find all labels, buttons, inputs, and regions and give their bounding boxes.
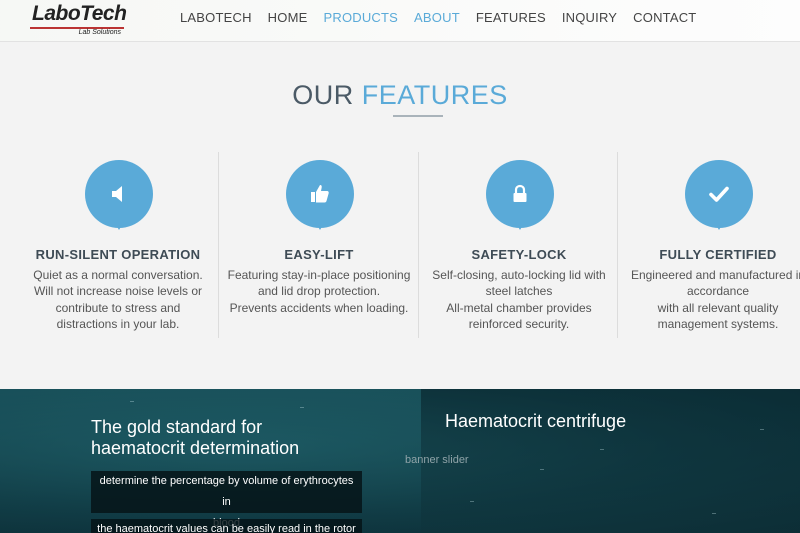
nav-item-home[interactable]: HOME: [268, 10, 308, 25]
logo[interactable]: LaboTech Lab Solutions: [30, 2, 127, 38]
feature-title: SAFETY-LOCK: [471, 247, 567, 262]
feature-safety-lock: SAFETY-LOCK Self-closing, auto-locking l…: [418, 152, 618, 338]
nav-item-features[interactable]: FEATURES: [476, 10, 546, 25]
main-nav: LABOTECH HOME PRODUCTS ABOUT FEATURES IN…: [172, 0, 704, 34]
nav-item-contact[interactable]: CONTACT: [633, 10, 696, 25]
features-title-prefix: OUR: [292, 80, 354, 110]
logo-tagline: Lab Solutions: [78, 29, 121, 36]
feature-description: Quiet as a normal conversation. Will not…: [33, 268, 203, 331]
navbar: LaboTech Lab Solutions LABOTECH HOME PRO…: [0, 0, 800, 42]
feature-title: EASY-LIFT: [284, 247, 354, 262]
nav-item-inquiry[interactable]: INQUIRY: [562, 10, 617, 25]
lock-icon: [486, 160, 554, 230]
feature-description: Self-closing, auto-locking lid with stee…: [432, 268, 606, 331]
feature-description: Engineered and manufactured in accordanc…: [630, 268, 800, 331]
feature-title: RUN-SILENT OPERATION: [35, 247, 201, 262]
thumbs-up-icon: [286, 160, 354, 230]
feature-fully-certified: FULLY CERTIFIED Engineered and manufactu…: [617, 152, 800, 338]
banner-heading: The gold standard for haematocrit determ…: [91, 417, 300, 458]
features-title: OUR FEATURES: [0, 80, 800, 111]
hero-banner: The gold standard for haematocrit determ…: [0, 389, 800, 533]
speaker-icon: [85, 160, 153, 230]
logo-name: LaboTech: [32, 2, 127, 25]
feature-easy-lift: EASY-LIFT Featuring stay-in-place positi…: [218, 152, 418, 338]
features-title-accent: FEATURES: [361, 80, 508, 110]
banner-caption-box: the haematocrit values can be easily rea…: [91, 519, 362, 533]
feature-run-silent: RUN-SILENT OPERATION Quiet as a normal c…: [18, 152, 218, 338]
feature-description: Featuring stay-in-place positioning and …: [227, 268, 411, 315]
banner-right-title: Haematocrit centrifuge: [445, 411, 627, 431]
nav-item-labotech[interactable]: LABOTECH: [180, 10, 252, 25]
feature-title: FULLY CERTIFIED: [659, 247, 777, 262]
title-underline: [393, 115, 443, 117]
banner-caption-box: determine the percentage by volume of er…: [91, 471, 362, 529]
check-icon: [685, 160, 753, 230]
nav-item-products[interactable]: PRODUCTS: [323, 10, 398, 25]
nav-item-about[interactable]: ABOUT: [414, 10, 460, 25]
banner-slider-image[interactable]: banner slider: [405, 454, 469, 466]
